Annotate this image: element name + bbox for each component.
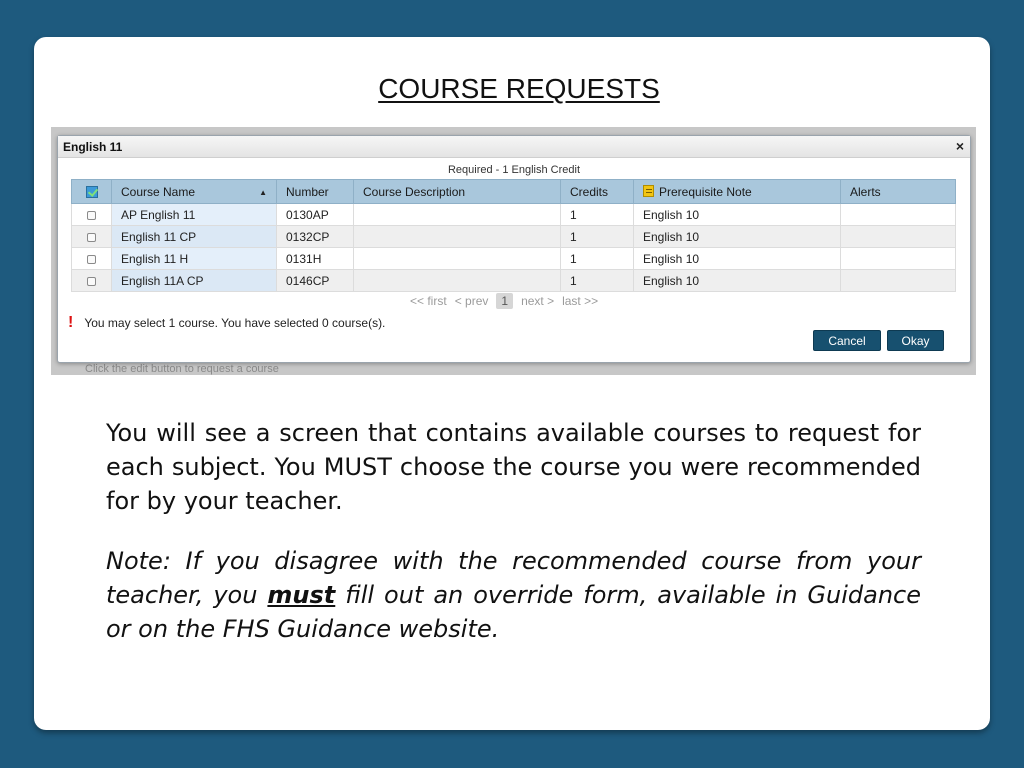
alerts-cell: [840, 269, 956, 292]
pager-current-page[interactable]: 1: [496, 293, 514, 309]
row-select-cell[interactable]: [71, 269, 112, 292]
column-label: Course Description: [363, 184, 466, 199]
course-description-cell: [353, 247, 561, 270]
dialog-header: English 11 ×: [58, 136, 970, 158]
course-dialog: English 11 × Required - 1 English Credit…: [57, 135, 971, 363]
table-row[interactable]: English 11A CP 0146CP 1 English 10: [71, 269, 956, 292]
cancel-button[interactable]: Cancel: [813, 330, 881, 351]
note-paragraph: Note: If you disagree with the recommend…: [106, 544, 921, 646]
row-radio[interactable]: [87, 210, 96, 220]
background-hint: Click the edit button to request a cours…: [85, 363, 279, 375]
prerequisite-cell: English 10: [633, 269, 841, 292]
column-credits[interactable]: Credits: [560, 179, 634, 204]
selection-warning: ! You may select 1 course. You have sele…: [68, 314, 385, 332]
row-radio[interactable]: [87, 276, 96, 286]
course-number-cell: 0146CP: [276, 269, 354, 292]
course-number-cell: 0130AP: [276, 203, 354, 226]
pager-prev-link[interactable]: < prev: [455, 294, 489, 308]
row-radio[interactable]: [87, 232, 96, 242]
instruction-paragraph: You will see a screen that contains avai…: [106, 419, 921, 515]
column-course-name[interactable]: Course Name ▲: [111, 179, 277, 204]
pager-last-link[interactable]: last >>: [562, 294, 598, 308]
row-select-cell[interactable]: [71, 247, 112, 270]
credits-cell: 1: [560, 225, 634, 248]
table-header-row: Course Name ▲ Number Course Description …: [71, 179, 956, 204]
slide: COURSE REQUESTS Click the edit button to…: [34, 37, 990, 730]
screenshot: Click the edit button to request a cours…: [51, 127, 976, 375]
alerts-cell: [840, 247, 956, 270]
select-all-checkbox-icon[interactable]: [85, 186, 98, 199]
course-number-cell: 0132CP: [276, 225, 354, 248]
column-alerts[interactable]: Alerts: [840, 179, 956, 204]
table-row[interactable]: English 11 H 0131H 1 English 10: [71, 247, 956, 270]
row-select-cell[interactable]: [71, 225, 112, 248]
table-row[interactable]: English 11 CP 0132CP 1 English 10: [71, 225, 956, 248]
course-name-cell: English 11A CP: [111, 269, 277, 292]
prerequisite-cell: English 10: [633, 247, 841, 270]
alerts-cell: [840, 225, 956, 248]
course-number-cell: 0131H: [276, 247, 354, 270]
okay-button[interactable]: Okay: [887, 330, 944, 351]
course-name-cell: AP English 11: [111, 203, 277, 226]
close-icon[interactable]: ×: [956, 138, 964, 154]
courses-table: Course Name ▲ Number Course Description …: [71, 179, 956, 292]
column-number[interactable]: Number: [276, 179, 354, 204]
column-label: Prerequisite Note: [659, 184, 752, 199]
credits-cell: 1: [560, 203, 634, 226]
column-label: Course Name: [121, 184, 196, 199]
column-label: Alerts: [850, 184, 881, 199]
course-description-cell: [353, 225, 561, 248]
column-prerequisite-note[interactable]: Prerequisite Note: [633, 179, 841, 204]
dialog-title: English 11: [63, 140, 123, 154]
select-all-header[interactable]: [71, 179, 112, 204]
course-description-cell: [353, 203, 561, 226]
prerequisite-cell: English 10: [633, 203, 841, 226]
sort-up-icon[interactable]: ▲: [259, 188, 267, 197]
course-name-cell: English 11 H: [111, 247, 277, 270]
column-label: Credits: [570, 184, 609, 199]
credits-cell: 1: [560, 269, 634, 292]
note-icon: [643, 184, 654, 197]
pagination: << first < prev 1 next > last >>: [410, 293, 598, 309]
row-select-cell[interactable]: [71, 203, 112, 226]
column-course-description[interactable]: Course Description: [353, 179, 561, 204]
row-radio[interactable]: [87, 254, 96, 264]
pager-first-link[interactable]: << first: [410, 294, 447, 308]
table-row[interactable]: AP English 11 0130AP 1 English 10: [71, 203, 956, 226]
requirement-text: Required - 1 English Credit: [447, 164, 581, 176]
warning-text: You may select 1 course. You have select…: [84, 316, 386, 330]
credits-cell: 1: [560, 247, 634, 270]
alerts-cell: [840, 203, 956, 226]
course-description-cell: [353, 269, 561, 292]
course-name-cell: English 11 CP: [111, 225, 277, 248]
column-label: Number: [286, 184, 329, 199]
warning-icon: !: [68, 314, 74, 331]
note-emphasis: must: [267, 581, 336, 609]
slide-title: COURSE REQUESTS: [378, 73, 660, 104]
pager-next-link[interactable]: next >: [521, 294, 554, 308]
prerequisite-cell: English 10: [633, 225, 841, 248]
